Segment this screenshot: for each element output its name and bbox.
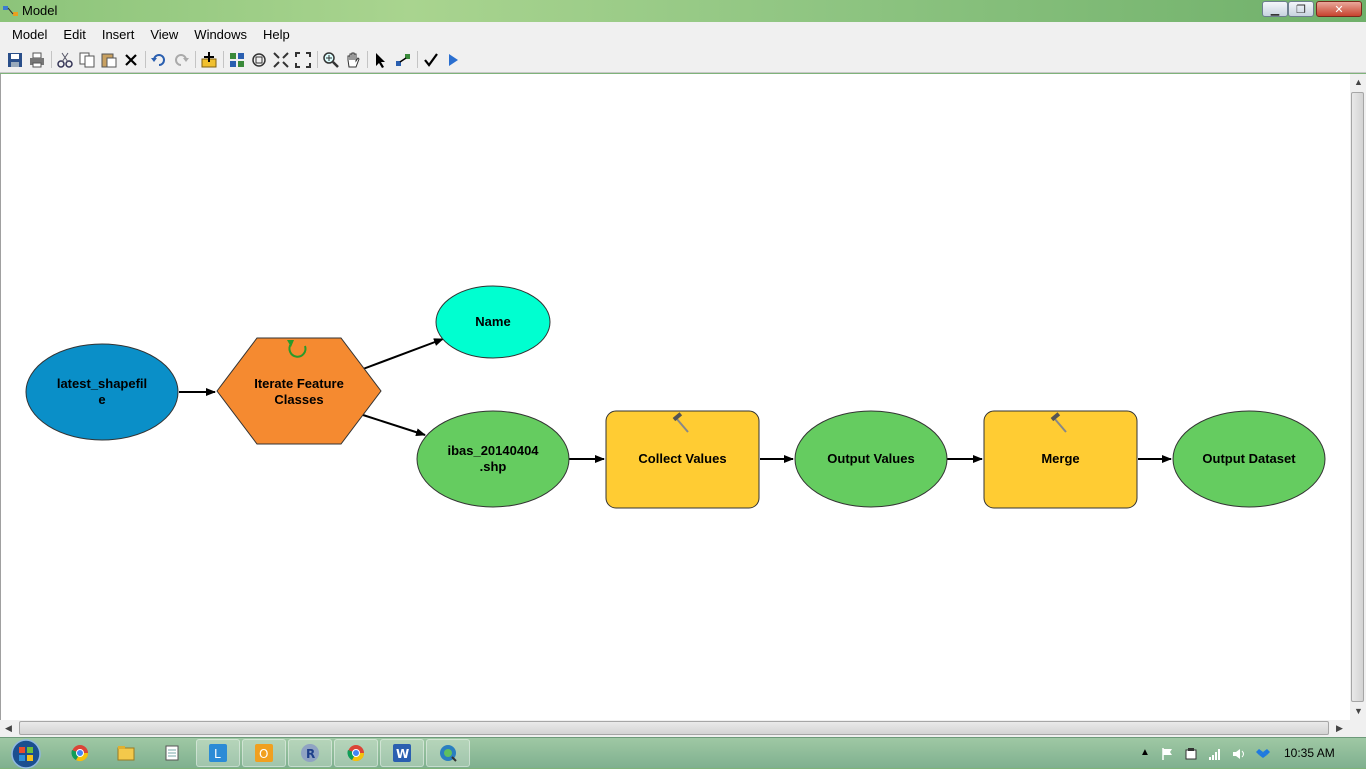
fixed-zoom-out-icon[interactable] xyxy=(294,51,312,69)
horizontal-scrollbar[interactable]: ◀ ▶ xyxy=(0,720,1366,737)
volume-icon[interactable] xyxy=(1232,747,1246,761)
cut-icon[interactable] xyxy=(56,51,74,69)
save-icon[interactable] xyxy=(6,51,24,69)
r-icon: R xyxy=(301,744,319,762)
action-center-flag-icon[interactable] xyxy=(1160,747,1174,761)
arcgis-icon xyxy=(440,745,457,762)
title-bar: Model ▁ ❐ ✕ xyxy=(0,0,1366,22)
svg-text:W: W xyxy=(396,747,409,761)
iterate-feature-classes-label: Iterate Feature Classes xyxy=(254,376,344,407)
menu-view[interactable]: View xyxy=(142,27,186,42)
toolbar xyxy=(0,46,1366,73)
window-title: Model xyxy=(22,3,58,18)
collect-values-label: Collect Values xyxy=(638,451,727,466)
delete-icon[interactable] xyxy=(122,51,140,69)
paste-icon[interactable] xyxy=(100,51,118,69)
system-clock[interactable]: 10:35 AM xyxy=(1284,746,1335,760)
power-icon[interactable] xyxy=(1184,747,1198,761)
ibas-shp-label: ibas_20140404 .shp xyxy=(447,443,539,474)
latest-shapefile-label: latest_shapefil e xyxy=(56,376,148,407)
outlook-icon: O xyxy=(255,744,273,762)
full-extent-icon[interactable] xyxy=(250,51,268,69)
close-button[interactable]: ✕ xyxy=(1316,1,1362,17)
scroll-left-icon[interactable]: ◀ xyxy=(5,723,12,734)
start-button[interactable] xyxy=(8,738,44,769)
scroll-down-icon[interactable]: ▼ xyxy=(1354,706,1363,716)
validate-icon[interactable] xyxy=(422,51,440,69)
taskbar-lync[interactable]: L xyxy=(196,739,240,767)
scroll-right-icon[interactable]: ▶ xyxy=(1336,723,1343,734)
merge-label: Merge xyxy=(1041,451,1080,466)
scroll-up-icon[interactable]: ▲ xyxy=(1354,77,1363,87)
show-hidden-icons-icon[interactable]: ▲ xyxy=(1140,747,1154,761)
taskbar-arcgis[interactable] xyxy=(426,739,470,767)
output-values-label: Output Values xyxy=(827,451,915,466)
menu-model[interactable]: Model xyxy=(0,27,55,42)
explorer-icon xyxy=(117,746,135,761)
pan-icon[interactable] xyxy=(344,51,362,69)
horizontal-scroll-thumb[interactable] xyxy=(19,721,1329,735)
name-label: Name xyxy=(475,314,511,329)
redo-icon[interactable] xyxy=(172,51,190,69)
auto-layout-icon[interactable] xyxy=(228,51,246,69)
model-canvas[interactable]: latest_shapefil e Iterate Feature Classe… xyxy=(0,74,1350,720)
menu-edit[interactable]: Edit xyxy=(55,27,93,42)
word-icon: W xyxy=(393,744,411,762)
svg-text:R: R xyxy=(306,747,315,761)
taskbar-explorer[interactable] xyxy=(104,739,148,767)
taskbar-chrome-window[interactable] xyxy=(334,739,378,767)
taskbar-chrome[interactable] xyxy=(58,739,102,767)
lync-icon: L xyxy=(209,744,227,762)
run-icon[interactable] xyxy=(444,51,462,69)
fixed-zoom-in-icon[interactable] xyxy=(272,51,290,69)
minimize-button[interactable]: ▁ xyxy=(1262,1,1288,17)
menu-windows[interactable]: Windows xyxy=(186,27,255,42)
taskbar-notepad[interactable] xyxy=(150,739,194,767)
chrome-icon xyxy=(71,745,89,762)
chrome-icon xyxy=(347,745,365,762)
taskbar: L O R W ▲ 10:35 AM xyxy=(0,737,1366,769)
vertical-scroll-thumb[interactable] xyxy=(1351,92,1364,702)
taskbar-word[interactable]: W xyxy=(380,739,424,767)
svg-text:O: O xyxy=(259,747,268,761)
zoom-in-icon[interactable] xyxy=(322,51,340,69)
notepad-icon xyxy=(165,745,179,761)
signal-icon[interactable] xyxy=(1208,747,1222,761)
model-diagram xyxy=(25,285,1326,509)
taskbar-r[interactable]: R xyxy=(288,739,332,767)
model-app-icon xyxy=(3,6,18,16)
add-data-icon[interactable] xyxy=(200,51,218,69)
print-icon[interactable] xyxy=(28,51,46,69)
menu-insert[interactable]: Insert xyxy=(94,27,143,42)
menu-bar: Model Edit Insert View Windows Help xyxy=(0,22,1366,46)
dropbox-icon[interactable] xyxy=(1256,747,1270,761)
copy-icon[interactable] xyxy=(78,51,96,69)
svg-text:L: L xyxy=(214,747,221,761)
menu-help[interactable]: Help xyxy=(255,27,298,42)
connector-iterate-ibas xyxy=(362,414,426,437)
output-dataset-label: Output Dataset xyxy=(1202,451,1296,466)
select-icon[interactable] xyxy=(372,51,390,69)
vertical-scrollbar[interactable]: ▲ ▼ xyxy=(1350,74,1366,720)
maximize-button[interactable]: ❐ xyxy=(1288,1,1314,17)
connect-icon[interactable] xyxy=(394,51,412,69)
connector-iterate-name xyxy=(362,338,444,370)
taskbar-outlook[interactable]: O xyxy=(242,739,286,767)
undo-icon[interactable] xyxy=(150,51,168,69)
